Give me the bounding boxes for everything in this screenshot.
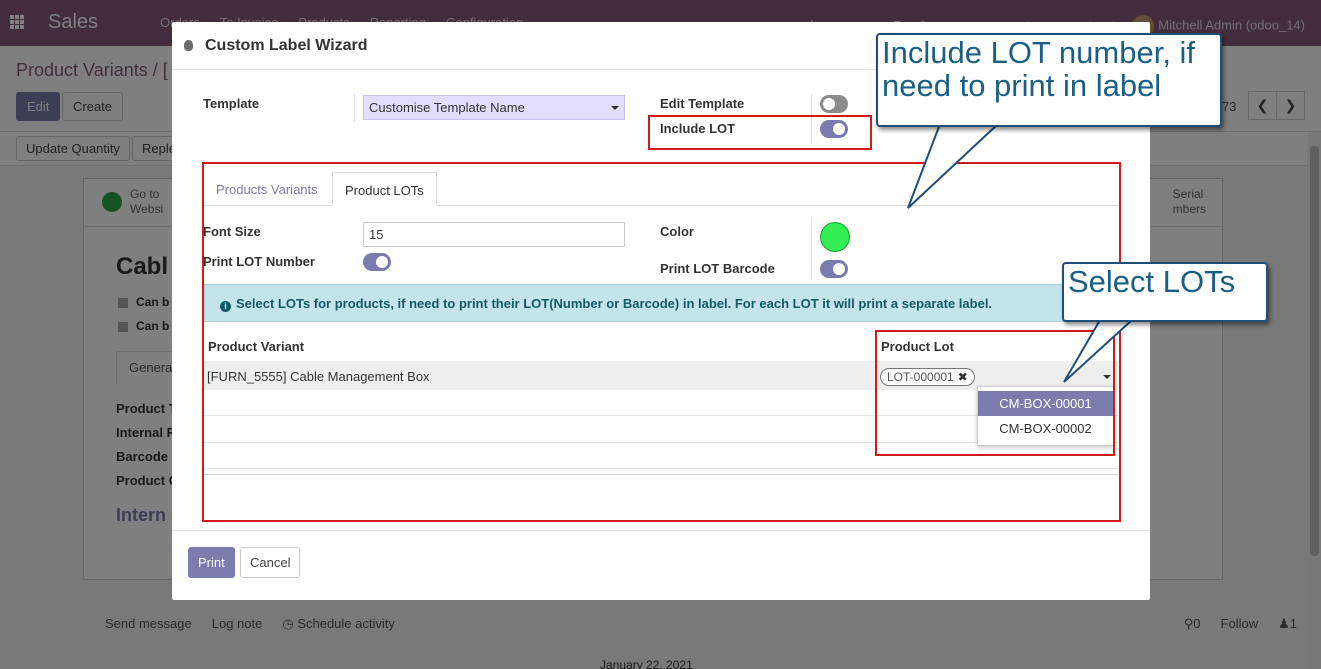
callout-pointer-select-lots [1063, 319, 1135, 383]
callout-pointer-lot-number [907, 123, 1001, 209]
callout-lot-number: Include LOT number, if need to print in … [876, 33, 1222, 127]
callout-select-lots: Select LOTs [1062, 262, 1268, 322]
